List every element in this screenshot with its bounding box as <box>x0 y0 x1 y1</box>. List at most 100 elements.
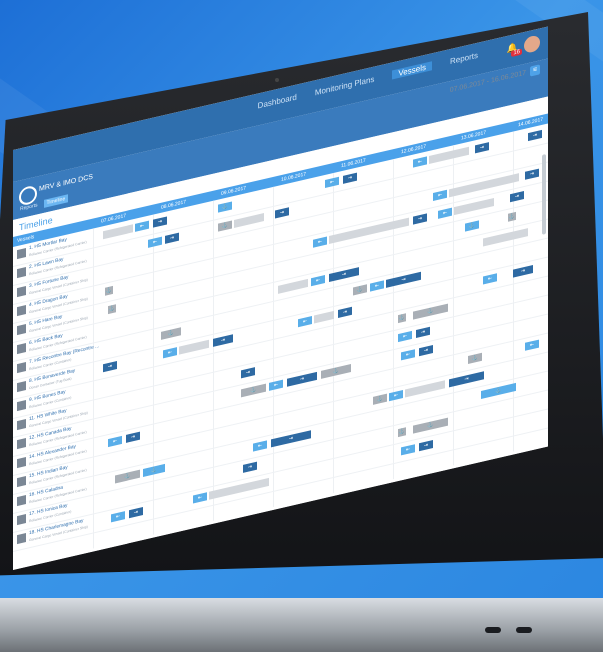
arrow-out-icon[interactable]: ⇥ <box>275 207 289 219</box>
arrow-out-icon[interactable]: ⇥ <box>343 172 357 184</box>
arrow-out-icon[interactable]: ⇥ <box>126 431 140 443</box>
arrow-in-icon[interactable]: ⇤ <box>163 347 177 359</box>
ship-thumbnail <box>17 342 26 355</box>
arrow-out-icon[interactable]: ⇥ <box>241 367 255 379</box>
anchor-icon[interactable]: ⚓ <box>508 211 516 222</box>
anchor-icon[interactable]: ⚓ <box>465 220 479 232</box>
laptop: Dashboard Monitoring Plans Vessels Repor… <box>0 0 603 652</box>
anchor-icon[interactable]: ⚓ <box>353 284 367 296</box>
ship-thumbnail <box>17 323 26 336</box>
arrow-out-icon[interactable]: ⇥ <box>329 267 359 283</box>
anchor-icon[interactable]: ⚓ <box>398 313 406 324</box>
ship-thumbnail <box>17 456 26 469</box>
arrow-out-icon[interactable]: ⇥ <box>213 334 233 347</box>
arrow-out-icon[interactable]: ⇥ <box>413 213 427 225</box>
arrow-in-icon[interactable]: ⇤ <box>389 389 403 402</box>
anchor-icon[interactable]: ⚓ <box>143 463 165 477</box>
anchor-icon[interactable]: ⚓ <box>105 285 113 296</box>
anchor-icon[interactable]: ⚓ <box>413 303 448 320</box>
arrow-out-icon[interactable]: ⇥ <box>419 440 433 452</box>
arrow-in-icon[interactable]: ⇤ <box>438 207 452 219</box>
arrow-in-icon[interactable]: ⇤ <box>483 273 497 285</box>
ship-thumbnail <box>17 437 26 450</box>
voyage-bar[interactable] <box>314 310 334 324</box>
anchor-icon[interactable]: ⚓ <box>321 363 351 379</box>
anchor-icon[interactable]: ⚓ <box>218 201 232 213</box>
nav-dashboard[interactable]: Dashboard <box>258 92 297 110</box>
ship-thumbnail <box>17 304 26 317</box>
ship-thumbnail <box>17 475 26 488</box>
arrow-out-icon[interactable]: ⇥ <box>416 326 430 338</box>
arrow-out-icon[interactable]: ⇥ <box>449 371 484 388</box>
arrow-out-icon[interactable]: ⇥ <box>103 360 117 373</box>
arrow-in-icon[interactable]: ⇤ <box>111 511 125 523</box>
arrow-in-icon[interactable]: ⇤ <box>148 236 162 248</box>
arrow-out-icon[interactable]: ⇥ <box>129 506 143 519</box>
ship-thumbnail <box>17 380 26 393</box>
nav-reports[interactable]: Reports <box>450 51 478 66</box>
voyage-bar[interactable] <box>103 224 133 240</box>
arrow-out-icon[interactable]: ⇥ <box>510 191 524 203</box>
arrow-in-icon[interactable]: ⇤ <box>253 440 267 452</box>
notification-badge: 16 <box>511 48 522 57</box>
anchor-icon[interactable]: ⚓ <box>218 220 232 232</box>
ship-thumbnail <box>17 266 26 279</box>
anchor-icon[interactable]: ⚓ <box>373 393 387 405</box>
ship-thumbnail <box>17 399 26 412</box>
arrow-in-icon[interactable]: ⇤ <box>525 339 539 351</box>
anchor-icon[interactable]: ⚓ <box>398 427 406 438</box>
app-title: MRV & IMO DCS <box>39 173 93 193</box>
arrow-in-icon[interactable]: ⇤ <box>401 444 415 456</box>
arrow-in-icon[interactable]: ⇤ <box>433 189 447 202</box>
arrow-in-icon[interactable]: ⇤ <box>193 492 207 504</box>
arrow-out-icon[interactable]: ⇥ <box>528 129 542 142</box>
arrow-in-icon[interactable]: ⇤ <box>135 220 149 232</box>
voyage-bar[interactable] <box>278 278 308 294</box>
arrow-in-icon[interactable]: ⇤ <box>370 280 384 292</box>
arrow-out-icon[interactable]: ⇥ <box>525 168 539 180</box>
filter-icon[interactable]: ≡ <box>530 64 540 77</box>
anchor-icon[interactable]: ⚓ <box>115 469 140 484</box>
laptop-base <box>0 598 603 652</box>
usb-port <box>485 627 501 633</box>
usb-port <box>516 627 532 633</box>
voyage-bar[interactable] <box>234 213 264 228</box>
arrow-out-icon[interactable]: ⇥ <box>153 216 167 228</box>
arrow-in-icon[interactable]: ⇤ <box>108 435 122 448</box>
anchor-icon[interactable]: ⚓ <box>413 417 448 434</box>
ship-thumbnail <box>17 513 26 526</box>
anchor-icon[interactable]: ⚓ <box>468 352 482 364</box>
avatar[interactable] <box>524 34 540 55</box>
arrow-in-icon[interactable]: ⇤ <box>269 379 283 391</box>
nav-monitoring-plans[interactable]: Monitoring Plans <box>315 75 375 98</box>
arrow-in-icon[interactable]: ⇤ <box>311 274 325 287</box>
anchor-icon[interactable]: ⚓ <box>481 382 516 399</box>
anchor-icon[interactable]: ⚓ <box>241 383 266 398</box>
camera <box>275 78 279 82</box>
arrow-in-icon[interactable]: ⇤ <box>298 315 312 328</box>
ship-thumbnail <box>17 532 26 545</box>
scrollbar[interactable] <box>542 153 546 235</box>
arrow-out-icon[interactable]: ⇥ <box>243 461 257 473</box>
tab-timeline[interactable]: Timeline <box>43 194 69 208</box>
anchor-icon[interactable]: ⚓ <box>108 304 116 315</box>
ship-thumbnail <box>17 494 26 507</box>
ship-thumbnail <box>17 361 26 374</box>
arrow-in-icon[interactable]: ⇤ <box>325 176 339 188</box>
arrow-out-icon[interactable]: ⇥ <box>513 264 533 278</box>
arrow-in-icon[interactable]: ⇤ <box>413 156 427 168</box>
arrow-out-icon[interactable]: ⇥ <box>386 271 421 288</box>
voyage-bar[interactable] <box>179 339 209 355</box>
arrow-out-icon[interactable]: ⇥ <box>287 371 317 387</box>
arrow-in-icon[interactable]: ⇤ <box>313 236 327 248</box>
arrow-out-icon[interactable]: ⇥ <box>338 306 352 318</box>
arrow-in-icon[interactable]: ⇤ <box>401 349 415 361</box>
ship-thumbnail <box>17 418 26 431</box>
arrow-out-icon[interactable]: ⇥ <box>419 345 433 357</box>
arrow-out-icon[interactable]: ⇥ <box>165 232 179 244</box>
ship-thumbnail <box>17 285 26 298</box>
arrow-out-icon[interactable]: ⇥ <box>475 142 489 154</box>
arrow-in-icon[interactable]: ⇤ <box>398 330 412 343</box>
anchor-icon[interactable]: ⚓ <box>161 327 181 340</box>
nav-vessels[interactable]: Vessels <box>392 61 432 80</box>
